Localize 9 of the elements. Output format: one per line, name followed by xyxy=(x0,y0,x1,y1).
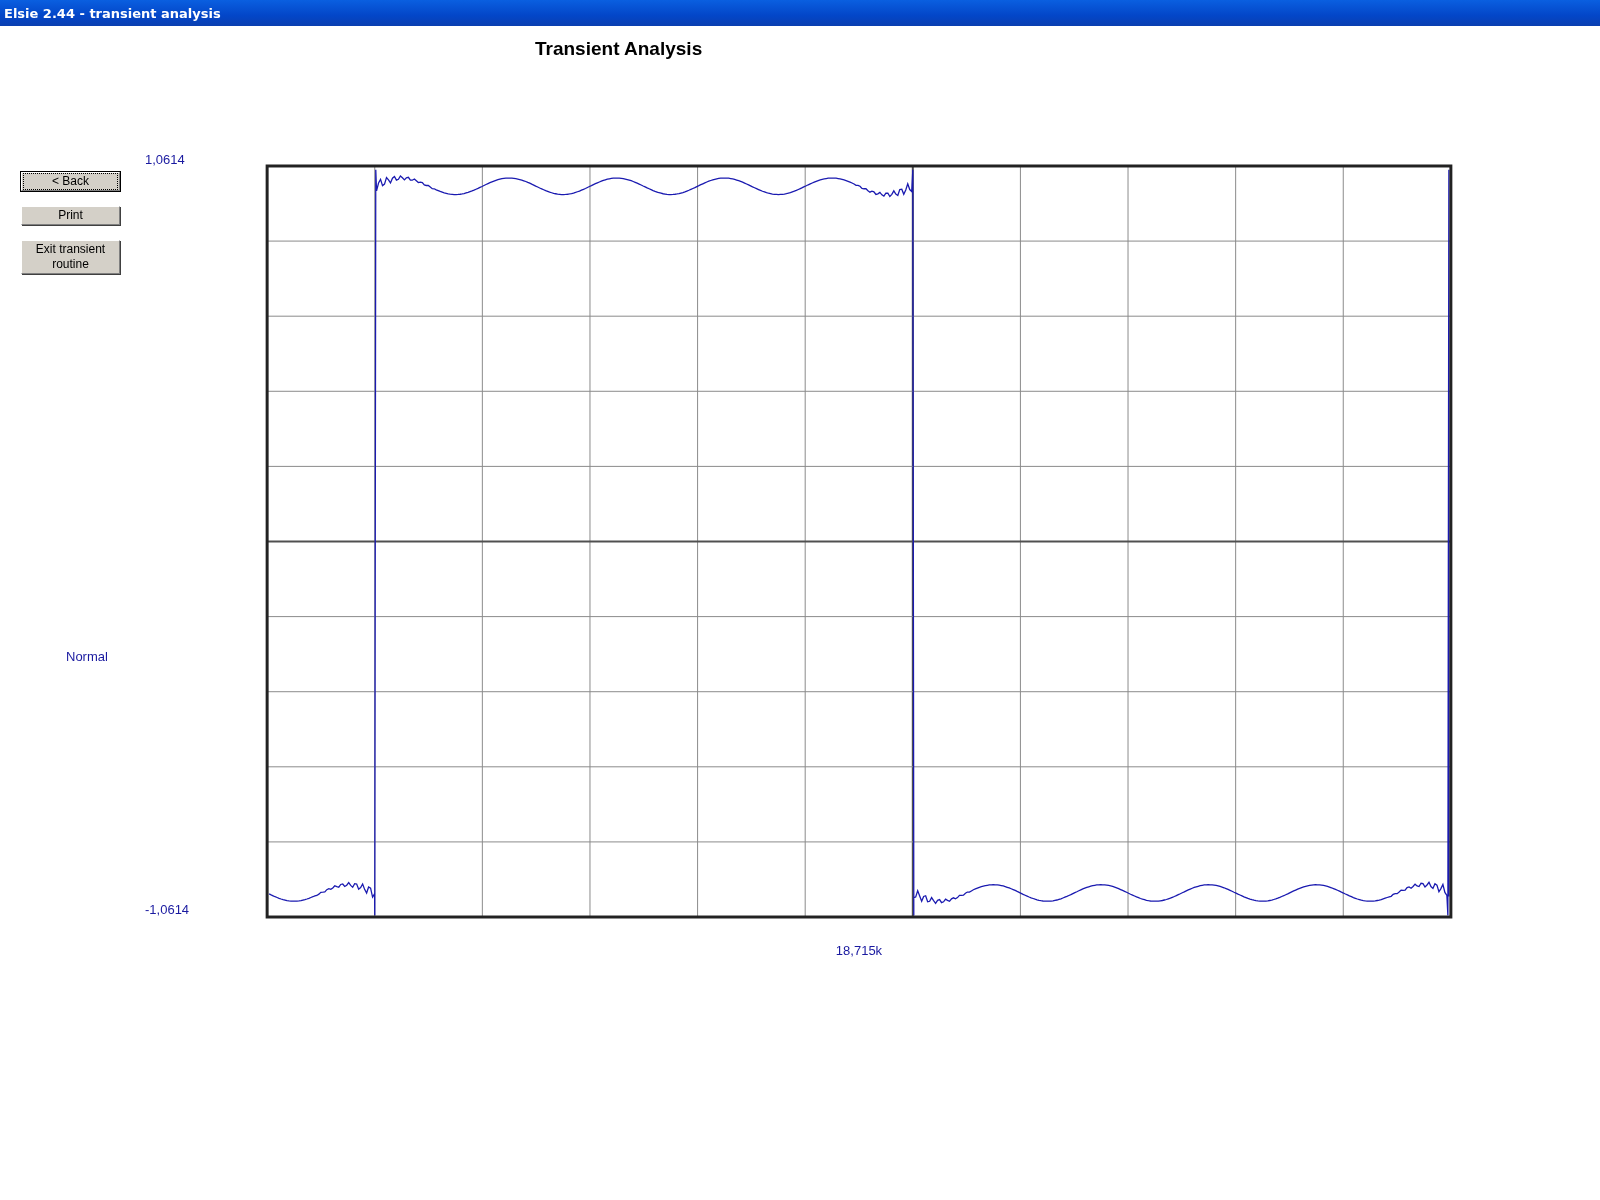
mode-label: Normal xyxy=(66,649,108,664)
window-title: Elsie 2.44 - transient analysis xyxy=(0,0,1600,26)
y-max-label: 1,0614 xyxy=(145,152,185,167)
exit-button[interactable]: Exit transient routine xyxy=(21,240,120,274)
page-heading: Transient Analysis xyxy=(535,38,703,59)
x-axis-label: 18,715k xyxy=(835,943,883,958)
back-button[interactable]: < Back xyxy=(21,172,120,191)
print-button[interactable]: Print xyxy=(21,206,120,225)
y-min-label: -1,0614 xyxy=(145,902,190,917)
